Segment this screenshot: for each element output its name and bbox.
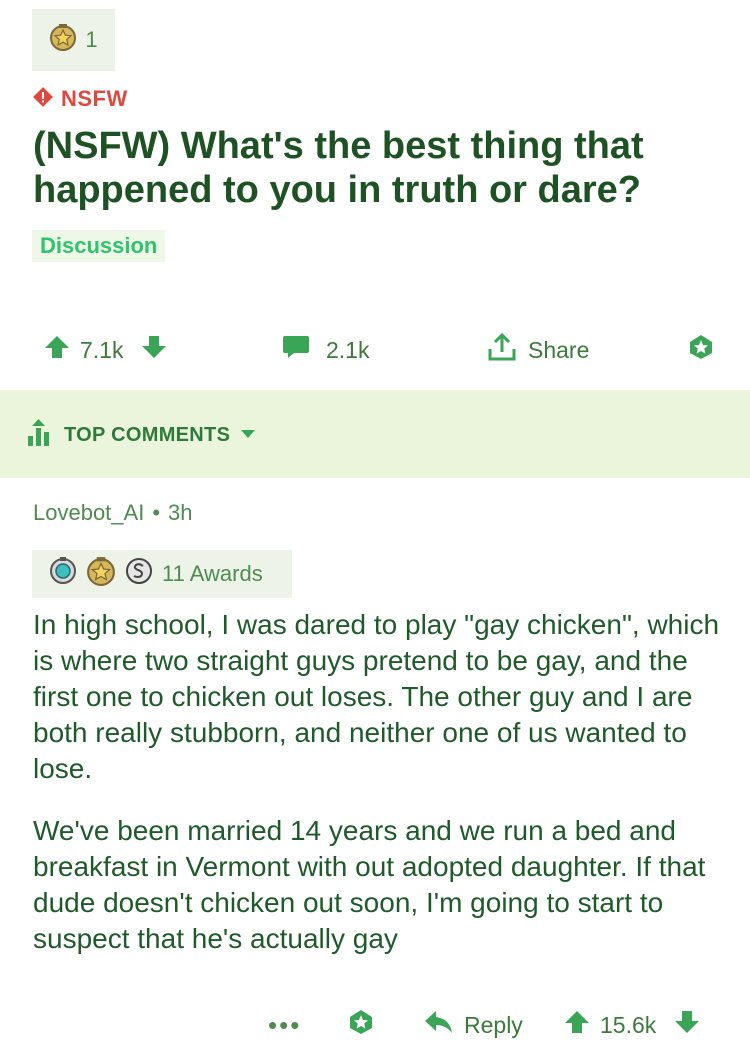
- comment-score: 15.6k: [600, 1011, 657, 1038]
- nsfw-icon: [33, 86, 53, 112]
- gold-star-medal-icon: [86, 556, 116, 592]
- comment-bubble-icon: [282, 334, 310, 366]
- award-outline-icon: [686, 332, 716, 368]
- chevron-down-icon: [240, 427, 256, 445]
- silver-helmet-award-icon: [48, 556, 78, 592]
- share-button[interactable]: Share: [486, 330, 589, 370]
- comment-age: 3h: [168, 500, 193, 525]
- post-vote-group: 7.1k: [44, 330, 167, 370]
- sort-label: TOP COMMENTS: [64, 424, 231, 446]
- comment-paragraph: We've been married 14 years and we run a…: [33, 815, 706, 954]
- more-dots-icon: •••: [268, 1009, 302, 1040]
- share-icon: [486, 331, 518, 369]
- gold-star-medal-icon: [49, 23, 77, 57]
- awards-count: 11 Awards: [162, 561, 263, 586]
- comment-count: 2.1k: [326, 336, 370, 363]
- reply-arrow-icon: [424, 1009, 454, 1041]
- downvote-button[interactable]: [141, 334, 167, 366]
- post-actions-bar: 7.1k 2.1k Share: [0, 330, 750, 370]
- upvote-button[interactable]: [564, 1009, 590, 1041]
- sort-dropdown[interactable]: TOP COMMENTS: [26, 418, 256, 453]
- comment-sort-bar: TOP COMMENTS: [0, 390, 750, 478]
- comment-paragraph: In high school, I was dared to play "gay…: [33, 609, 720, 784]
- reply-label: Reply: [464, 1011, 523, 1038]
- comment-author[interactable]: Lovebot_AI: [33, 500, 144, 526]
- comment-award-button[interactable]: [346, 1005, 376, 1045]
- nsfw-tag: NSFW: [33, 86, 128, 112]
- comment-awards[interactable]: 11 Awards: [32, 550, 292, 598]
- meta-separator: •: [152, 500, 161, 525]
- share-label: Share: [528, 336, 590, 363]
- post-title[interactable]: (NSFW) What's the best thing that happen…: [33, 124, 723, 212]
- comment-vote-group: 15.6k: [564, 1005, 700, 1045]
- comment-meta: Lovebot_AI • 3h: [33, 500, 193, 526]
- post-score: 7.1k: [80, 336, 124, 363]
- downvote-button[interactable]: [674, 1009, 700, 1041]
- award-outline-icon: [346, 1007, 376, 1043]
- comment-actions-bar: ••• Reply 15.6k: [0, 1005, 750, 1045]
- post-flair[interactable]: Discussion: [32, 230, 166, 262]
- nsfw-label: NSFW: [61, 86, 128, 111]
- more-options-button[interactable]: •••: [268, 1005, 301, 1045]
- comments-button[interactable]: 2.1k: [282, 330, 369, 370]
- post-award-badge[interactable]: 1: [32, 9, 115, 71]
- post-award-count: 1: [85, 27, 98, 52]
- reply-button[interactable]: Reply: [424, 1005, 523, 1045]
- upvote-button[interactable]: [44, 334, 70, 366]
- silver-coin-award-icon: [124, 556, 154, 592]
- give-award-button[interactable]: [686, 330, 716, 370]
- sort-bars-icon: [26, 418, 54, 453]
